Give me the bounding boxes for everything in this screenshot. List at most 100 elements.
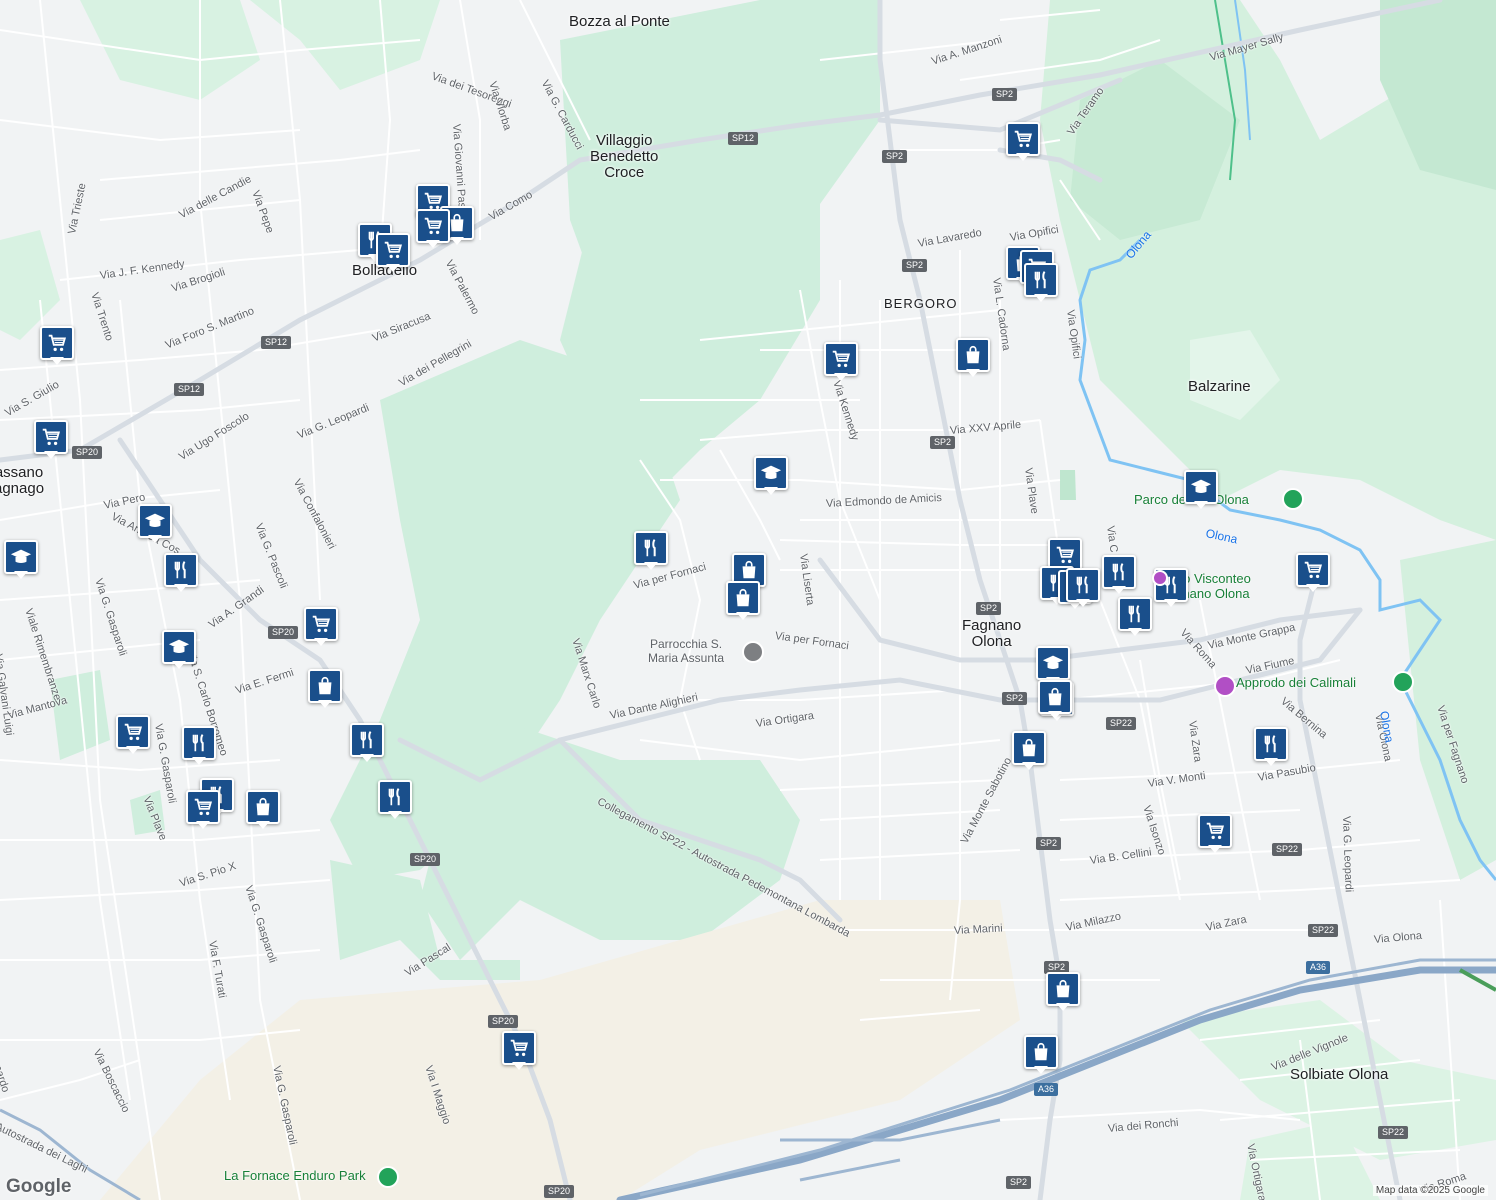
fork-knife-icon xyxy=(182,726,216,760)
poi-marker[interactable] xyxy=(1006,122,1040,162)
cart-icon xyxy=(376,233,410,267)
poi-marker[interactable] xyxy=(182,726,216,766)
bag-icon xyxy=(1038,680,1072,714)
landmark-label-church[interactable]: Parrocchia S. Maria Assunta xyxy=(648,637,724,665)
place-label-fagnano: Fagnano Olona xyxy=(962,617,1022,650)
poi-marker[interactable] xyxy=(138,504,172,544)
poi-marker[interactable] xyxy=(246,790,280,830)
poi-marker[interactable] xyxy=(634,531,668,571)
fork-knife-icon xyxy=(1024,263,1058,297)
poi-marker[interactable] xyxy=(164,553,198,593)
poi-marker[interactable] xyxy=(376,233,410,273)
poi-marker[interactable] xyxy=(1066,568,1100,608)
road-shield: SP22 xyxy=(1308,924,1339,937)
poi-marker[interactable] xyxy=(304,607,338,647)
poi-marker[interactable] xyxy=(1296,553,1330,593)
fork-knife-icon xyxy=(164,553,198,587)
bag-icon xyxy=(726,581,760,615)
road-shield: SP20 xyxy=(544,1185,575,1198)
map-attribution[interactable]: Map data ©2025 Google xyxy=(1372,1185,1488,1196)
bag-icon xyxy=(1012,731,1046,765)
graduation-cap-icon xyxy=(754,456,788,490)
graduation-cap-icon xyxy=(162,630,196,664)
landmark-label-fornace[interactable]: La Fornace Enduro Park xyxy=(224,1168,366,1183)
poi-marker[interactable] xyxy=(1012,731,1046,771)
poi-marker[interactable] xyxy=(186,790,220,830)
bag-icon xyxy=(1024,1035,1058,1069)
road-shield: SP20 xyxy=(410,853,441,866)
poi-marker[interactable] xyxy=(1038,680,1072,720)
cart-icon xyxy=(502,1031,536,1065)
poi-marker[interactable] xyxy=(956,338,990,378)
church-icon[interactable] xyxy=(742,641,764,663)
map-canvas[interactable]: Bozza al Ponte Villaggio Benedetto Croce B… xyxy=(0,0,1496,1200)
road-shield: A36 xyxy=(1306,961,1331,974)
graduation-cap-icon xyxy=(4,540,38,574)
place-label-solbiate: Solbiate Olona xyxy=(1290,1066,1389,1083)
road-shield: SP12 xyxy=(728,132,759,145)
poi-marker[interactable] xyxy=(308,669,342,709)
poi-marker[interactable] xyxy=(1254,727,1288,767)
cart-icon xyxy=(304,607,338,641)
landmark-label-approdo[interactable]: Approdo dei Calimali xyxy=(1236,675,1356,690)
park-icon[interactable] xyxy=(1392,671,1414,693)
road-shield: SP22 xyxy=(1106,717,1137,730)
poi-marker[interactable] xyxy=(726,581,760,621)
cart-icon xyxy=(416,209,450,243)
poi-marker[interactable] xyxy=(1198,814,1232,854)
poi-marker[interactable] xyxy=(1118,597,1152,637)
fork-knife-icon xyxy=(1254,727,1288,761)
park-icon[interactable] xyxy=(1282,488,1304,510)
google-logo: Google xyxy=(6,1176,72,1197)
road-shield: SP2 xyxy=(930,436,956,449)
poi-marker[interactable] xyxy=(502,1031,536,1071)
road-shield: A36 xyxy=(1034,1083,1059,1096)
road-shield: SP2 xyxy=(902,259,928,272)
graduation-cap-icon xyxy=(138,504,172,538)
poi-marker[interactable] xyxy=(754,456,788,496)
fork-knife-icon xyxy=(1118,597,1152,631)
park-icon[interactable] xyxy=(377,1166,399,1188)
cart-icon xyxy=(1006,122,1040,156)
bag-icon xyxy=(308,669,342,703)
fork-knife-icon xyxy=(378,780,412,814)
poi-marker[interactable] xyxy=(1184,470,1218,510)
poi-marker[interactable] xyxy=(4,540,38,580)
fork-knife-icon xyxy=(350,723,384,757)
poi-marker[interactable] xyxy=(350,723,384,763)
poi-marker[interactable] xyxy=(40,326,74,366)
place-label-cassano: assano agnago xyxy=(0,464,45,497)
poi-marker[interactable] xyxy=(34,420,68,460)
poi-marker[interactable] xyxy=(416,209,450,249)
road-shield: SP12 xyxy=(261,336,292,349)
poi-marker[interactable] xyxy=(162,630,196,670)
cart-icon xyxy=(186,790,220,824)
poi-marker[interactable] xyxy=(824,342,858,382)
road-shield: SP20 xyxy=(488,1015,519,1028)
poi-marker[interactable] xyxy=(1024,263,1058,303)
graduation-cap-icon xyxy=(1036,646,1070,680)
road-shield: SP2 xyxy=(882,150,908,163)
place-label-villaggio: Villaggio Benedetto Croce xyxy=(590,132,659,181)
road-shield: SP2 xyxy=(1002,692,1028,705)
fork-knife-icon xyxy=(1066,568,1100,602)
place-label-bergoro: BERGORO xyxy=(884,296,958,311)
road-shield: SP20 xyxy=(72,446,103,459)
cart-icon xyxy=(34,420,68,454)
road-shield: SP22 xyxy=(1272,843,1303,856)
fork-knife-icon xyxy=(1102,555,1136,589)
poi-marker[interactable] xyxy=(378,780,412,820)
place-label-bozza: Bozza al Ponte xyxy=(569,13,670,30)
poi-marker[interactable] xyxy=(1024,1035,1058,1075)
road-shield: SP20 xyxy=(268,626,299,639)
place-label-balzarine: Balzarine xyxy=(1188,378,1251,395)
poi-marker[interactable] xyxy=(1102,555,1136,595)
cart-icon xyxy=(1198,814,1232,848)
poi-marker[interactable] xyxy=(116,715,150,755)
poi-marker[interactable] xyxy=(1046,972,1080,1012)
street-label: Via Marini xyxy=(953,922,1003,937)
attraction-icon[interactable] xyxy=(1214,675,1236,697)
cart-icon xyxy=(116,715,150,749)
bag-icon xyxy=(246,790,280,824)
attraction-icon[interactable] xyxy=(1152,570,1168,586)
